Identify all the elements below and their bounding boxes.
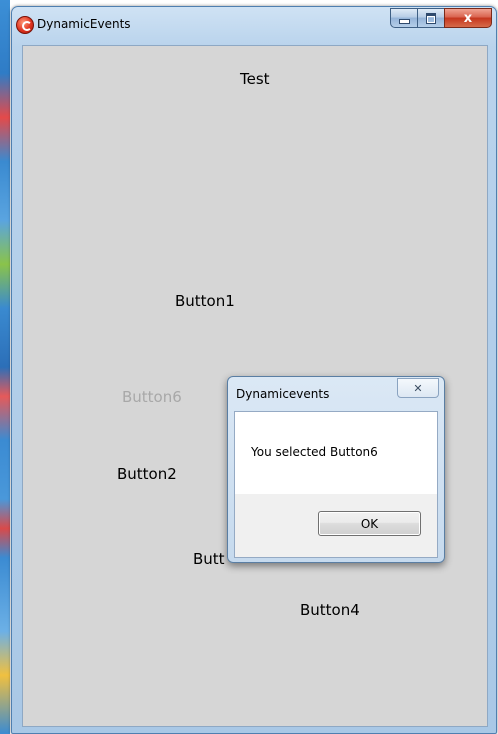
message-dialog: Dynamicevents ✕ You selected Button6 OK [227, 376, 445, 563]
maximize-button[interactable] [417, 8, 444, 28]
minimize-button[interactable] [390, 8, 417, 28]
desktop-background [0, 0, 10, 734]
close-icon: ✕ [413, 381, 423, 395]
main-window: DynamicEvents x Test Button1 Button6 But… [11, 6, 497, 734]
dialog-body: You selected Button6 OK [234, 411, 438, 558]
app-icon[interactable] [16, 16, 34, 34]
maximize-icon [426, 12, 436, 24]
minimize-icon [398, 18, 410, 24]
close-button[interactable]: x [444, 8, 492, 28]
caption-buttons: x [390, 8, 492, 28]
window-title: DynamicEvents [37, 17, 131, 31]
dialog-message: You selected Button6 [251, 445, 378, 459]
title-bar[interactable]: DynamicEvents x [12, 7, 496, 45]
dialog-title: Dynamicevents [236, 387, 330, 401]
dialog-close-button[interactable]: ✕ [397, 378, 439, 398]
dialog-content: You selected Button6 [235, 412, 437, 494]
ok-button[interactable]: OK [318, 511, 421, 536]
button3-label[interactable]: Butt [193, 550, 225, 568]
close-icon: x [463, 10, 473, 26]
test-label[interactable]: Test [240, 70, 270, 88]
button1-label[interactable]: Button1 [175, 292, 235, 310]
button4-label[interactable]: Button4 [300, 601, 360, 619]
button2-label[interactable]: Button2 [117, 465, 177, 483]
button6-label: Button6 [122, 388, 182, 406]
